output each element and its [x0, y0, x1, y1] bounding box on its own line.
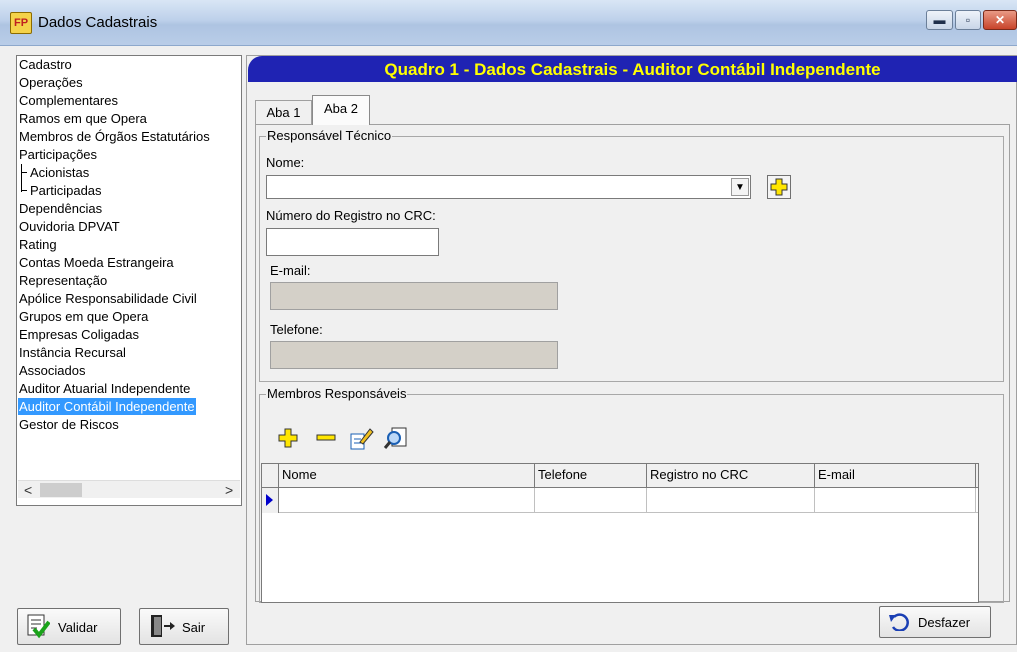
scroll-left-arrow-icon[interactable]: < [24, 482, 32, 498]
add-responsavel-button[interactable] [767, 175, 791, 199]
nav-item-apolice[interactable]: Apólice Responsabilidade Civil [18, 290, 198, 307]
table-row[interactable] [262, 488, 978, 513]
search-icon[interactable] [383, 425, 409, 451]
membros-responsaveis-group: Membros Responsáveis Nome Telefone Regis… [259, 386, 1004, 603]
nav-item-cadastro[interactable]: Cadastro [18, 56, 73, 73]
membros-responsaveis-legend: Membros Responsáveis [266, 386, 408, 401]
desfazer-label: Desfazer [918, 615, 971, 630]
scroll-thumb[interactable] [40, 483, 82, 497]
nav-item-operacoes[interactable]: Operações [18, 74, 84, 91]
nav-item-ouvidoria[interactable]: Ouvidoria DPVAT [18, 218, 121, 235]
tree-connector [21, 164, 22, 192]
nav-item-auditor-contabil[interactable]: Auditor Contábil Independente [18, 398, 196, 415]
title-bar: FP Dados Cadastrais ▬ ▫ ✕ [0, 0, 1017, 46]
window-title: Dados Cadastrais [38, 14, 158, 31]
main-panel: Quadro 1 - Dados Cadastrais - Auditor Co… [246, 55, 1017, 645]
cell-nome[interactable] [279, 488, 535, 513]
crc-input[interactable] [266, 228, 439, 256]
crc-label: Número do Registro no CRC: [266, 208, 436, 223]
telefone-field[interactable] [270, 341, 558, 369]
nav-item-acionistas[interactable]: Acionistas [29, 164, 90, 181]
nav-item-membros-orgaos[interactable]: Membros de Órgãos Estatutários [18, 128, 211, 145]
telefone-label: Telefone: [270, 322, 323, 337]
minimize-button[interactable]: ▬ [926, 10, 953, 30]
nav-item-rating[interactable]: Rating [18, 236, 58, 253]
tree-connector [21, 190, 27, 191]
nav-item-ramos[interactable]: Ramos em que Opera [18, 110, 148, 127]
header-title: Quadro 1 - Dados Cadastrais - Auditor Co… [384, 60, 881, 79]
nome-dropdown[interactable]: ▼ [266, 175, 751, 199]
tab-aba-1[interactable]: Aba 1 [255, 100, 312, 124]
cell-email[interactable] [815, 488, 976, 513]
header-bar: Quadro 1 - Dados Cadastrais - Auditor Co… [248, 56, 1017, 82]
close-button[interactable]: ✕ [983, 10, 1017, 30]
email-field[interactable] [270, 282, 558, 310]
nome-label: Nome: [266, 155, 305, 170]
app-icon: FP [10, 12, 32, 34]
tree-connector [21, 172, 27, 173]
dropdown-arrow-icon[interactable]: ▼ [731, 178, 749, 196]
column-header-telefone[interactable]: Telefone [535, 464, 647, 488]
edit-icon[interactable] [348, 425, 374, 451]
tab-aba-2[interactable]: Aba 2 [312, 95, 370, 125]
horizontal-scrollbar[interactable]: < > [18, 480, 240, 498]
nav-item-empresas-coligadas[interactable]: Empresas Coligadas [18, 326, 140, 343]
nav-item-contas-moeda[interactable]: Contas Moeda Estrangeira [18, 254, 175, 271]
grid-header: Nome Telefone Registro no CRC E-mail [262, 464, 978, 488]
minus-icon[interactable] [313, 425, 339, 451]
row-pointer-icon [266, 494, 273, 506]
scroll-right-arrow-icon[interactable]: > [225, 482, 233, 498]
cell-telefone[interactable] [535, 488, 647, 513]
nav-item-associados[interactable]: Associados [18, 362, 86, 379]
desfazer-button[interactable]: Desfazer [879, 606, 991, 638]
nav-item-auditor-atuarial[interactable]: Auditor Atuarial Independente [18, 380, 191, 397]
nav-item-grupos[interactable]: Grupos em que Opera [18, 308, 149, 325]
responsavel-tecnico-legend: Responsável Técnico [266, 128, 393, 143]
row-indicator [262, 488, 279, 513]
section-list[interactable]: Cadastro Operações Complementares Ramos … [16, 55, 242, 506]
sair-label: Sair [182, 620, 206, 635]
validate-checklist-icon [27, 614, 50, 639]
validar-button[interactable]: Validar [17, 608, 121, 645]
sair-button[interactable]: Sair [139, 608, 229, 645]
column-header-nome[interactable]: Nome [279, 464, 535, 488]
membros-grid[interactable]: Nome Telefone Registro no CRC E-mail [261, 463, 979, 603]
plus-icon[interactable] [275, 425, 301, 451]
nav-item-gestor-riscos[interactable]: Gestor de Riscos [18, 416, 120, 433]
nav-item-participadas[interactable]: Participadas [29, 182, 103, 199]
nav-item-participacoes[interactable]: Participações [18, 146, 98, 163]
undo-icon [889, 613, 909, 631]
responsavel-tecnico-group: Responsável Técnico Nome: ▼ Número do Re… [259, 128, 1004, 382]
nav-item-dependencias[interactable]: Dependências [18, 200, 103, 217]
exit-door-icon [151, 615, 175, 637]
column-header-email[interactable]: E-mail [815, 464, 976, 488]
maximize-button[interactable]: ▫ [955, 10, 981, 30]
nav-item-instancia-recursal[interactable]: Instância Recursal [18, 344, 127, 361]
plus-icon [770, 178, 788, 196]
tab-content: Responsável Técnico Nome: ▼ Número do Re… [255, 124, 1010, 603]
email-label: E-mail: [270, 263, 311, 278]
nav-item-representacao[interactable]: Representação [18, 272, 108, 289]
nav-item-complementares[interactable]: Complementares [18, 92, 119, 109]
grid-indicator-header [262, 464, 279, 488]
column-header-registro-crc[interactable]: Registro no CRC [647, 464, 815, 488]
validar-label: Validar [58, 620, 98, 635]
cell-registro-crc[interactable] [647, 488, 815, 513]
